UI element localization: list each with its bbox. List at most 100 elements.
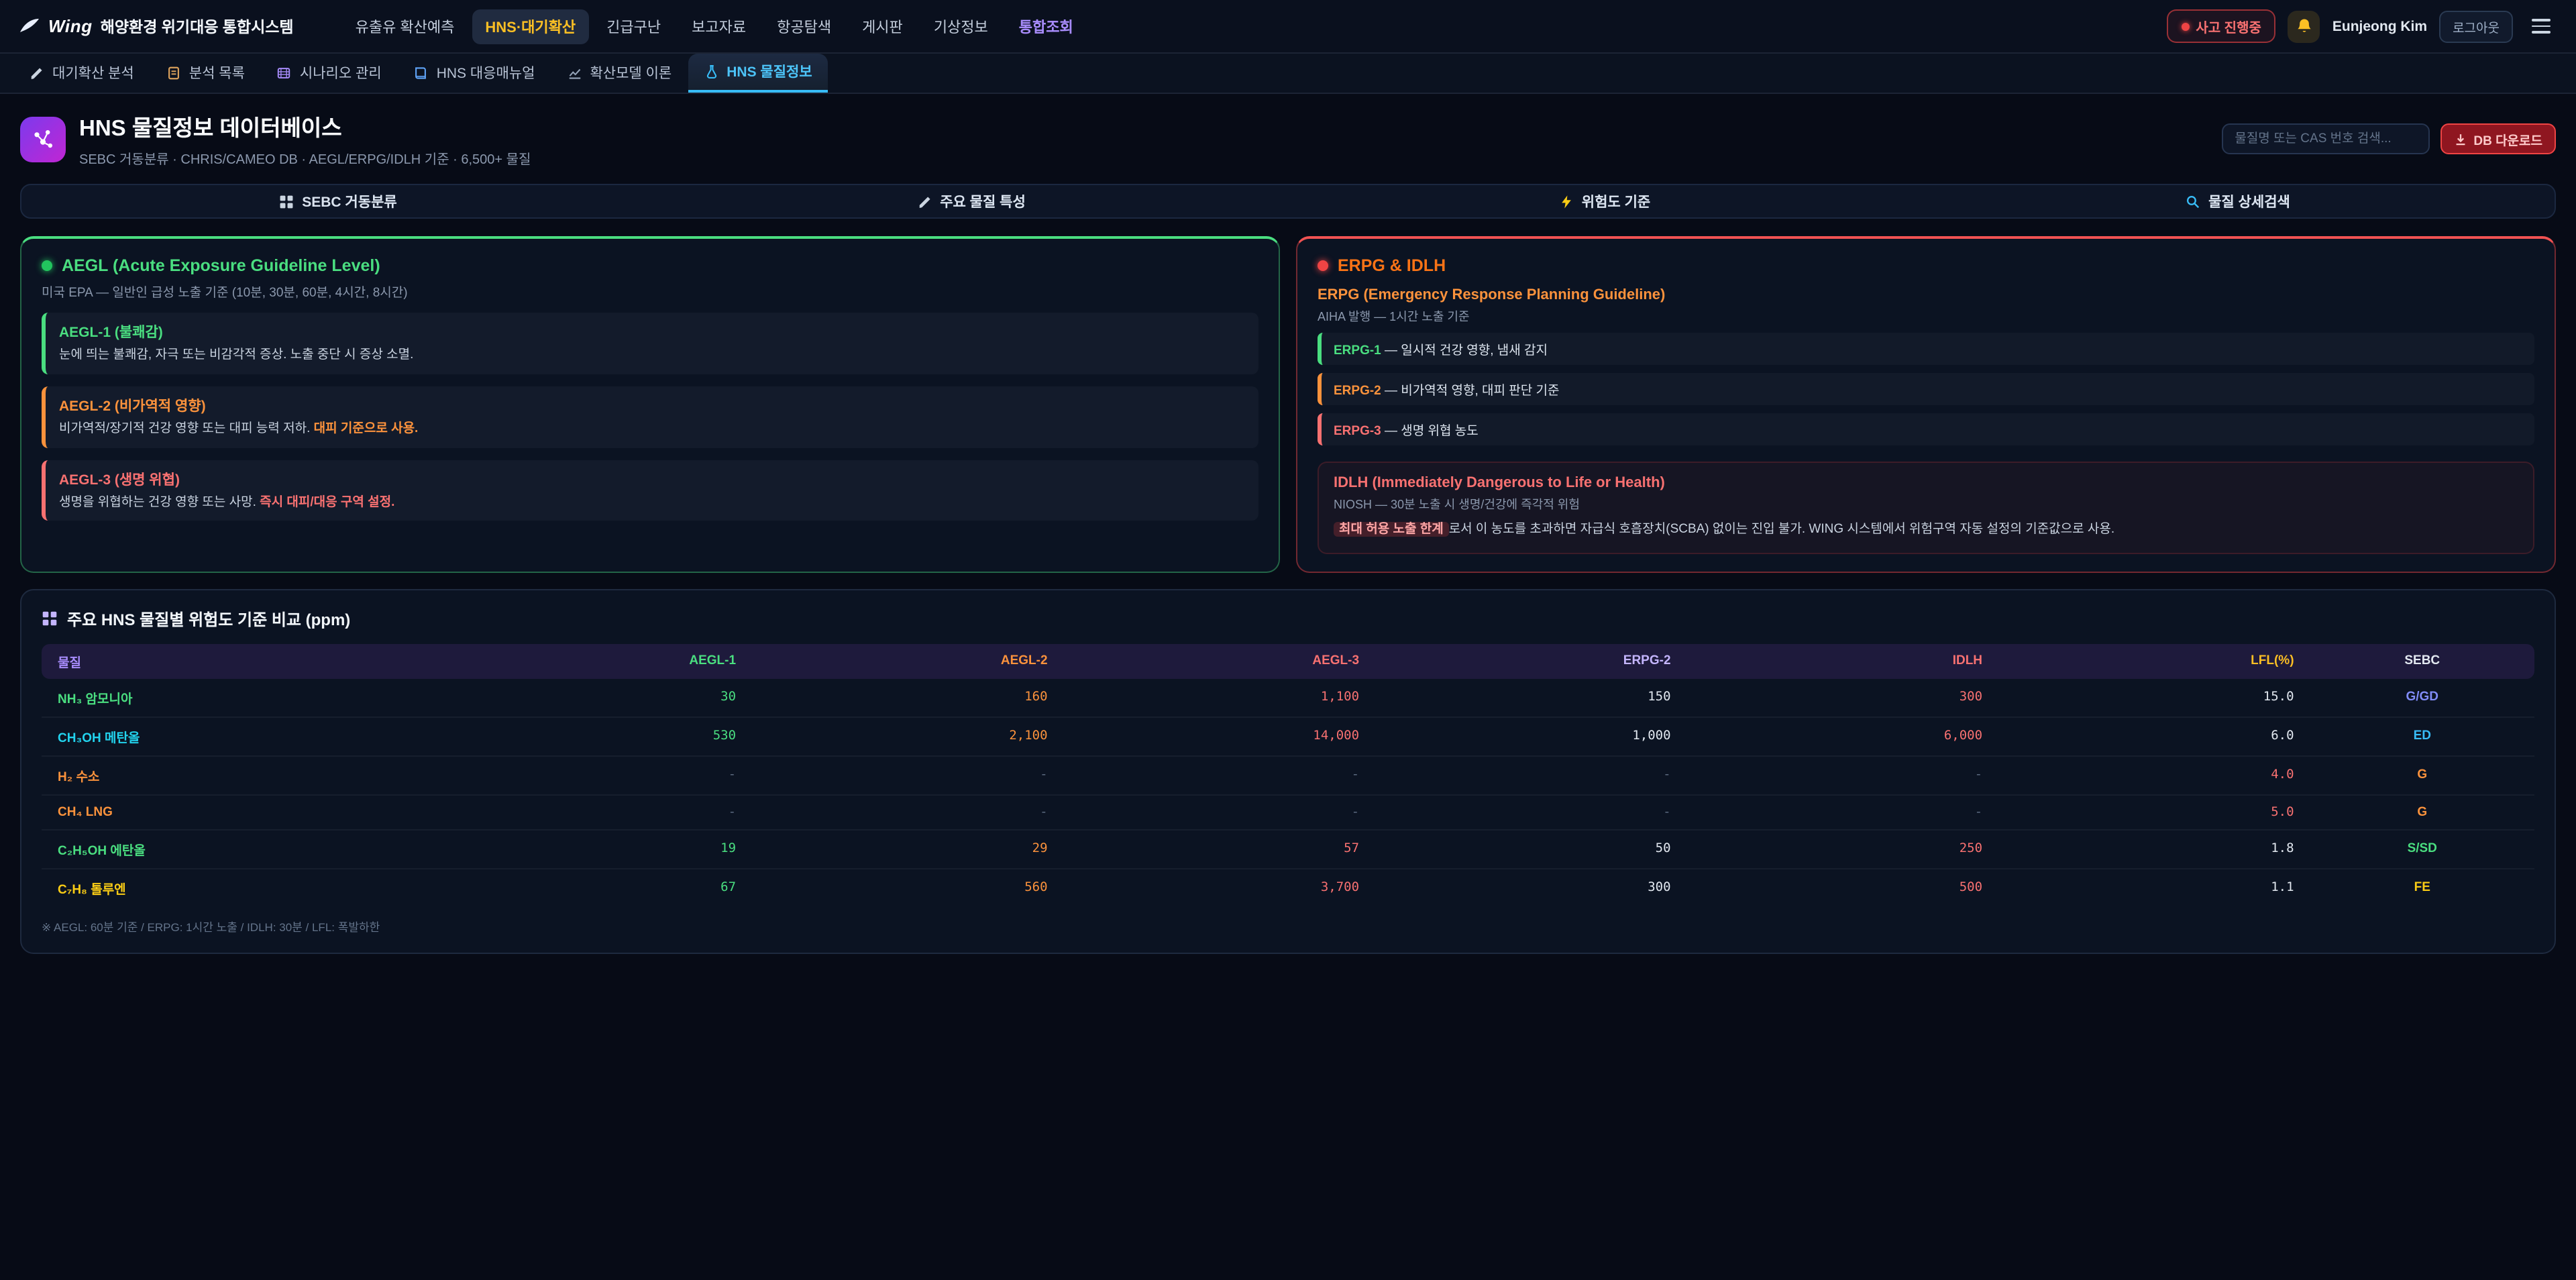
sebc-badge: S/SD	[2310, 829, 2534, 868]
nav-item-board[interactable]: 게시판	[849, 9, 916, 44]
nav-item-reports[interactable]: 보고자료	[678, 9, 759, 44]
system-title: 해양환경 위기대응 통합시스템	[101, 15, 294, 37]
table-row-methanol: CH₃OH 메탄올 530 2,100 14,000 1,000 6,000 6…	[42, 716, 2534, 755]
incident-dot-icon	[2181, 22, 2189, 30]
table-row-hydrogen: H₂ 수소 - - - - - 4.0 G	[42, 755, 2534, 794]
col-header-aegl2: AEGL-2	[752, 643, 1064, 678]
idlh-panel: IDLH (Immediately Dangerous to Life or H…	[1318, 462, 2534, 553]
erpg-card-title: ERPG & IDLH	[1338, 256, 1446, 275]
brand-name: Wing	[48, 16, 93, 36]
subtab-scenario-management[interactable]: 시나리오 관리	[261, 54, 398, 93]
user-name: Eunjeong Kim	[2332, 18, 2427, 34]
erpg-level-2: ERPG-2 — 비가역적 영향, 대피 판단 기준	[1318, 373, 2534, 405]
chart-icon	[567, 66, 582, 81]
grid-icon	[42, 610, 58, 627]
wing-logo-icon	[19, 17, 40, 36]
pencil-icon	[917, 194, 932, 209]
subtab-hns-substance-info[interactable]: HNS 물질정보	[688, 54, 828, 93]
substance-name: C₇H₈ 톨루엔	[42, 868, 441, 906]
table-header-row: 물질 AEGL-1 AEGL-2 AEGL-3 ERPG-2 IDLH LFL(…	[42, 643, 2534, 678]
book-icon	[414, 66, 429, 81]
col-header-aegl1: AEGL-1	[441, 643, 753, 678]
table-row-lng: CH₄ LNG - - - - - 5.0 G	[42, 794, 2534, 829]
page-content: HNS 물질정보 데이터베이스 SEBC 거동분류 · CHRIS/CAMEO …	[0, 94, 2576, 969]
subtab-hns-manual[interactable]: HNS 대응매뉴얼	[398, 54, 551, 93]
molecule-icon	[20, 116, 66, 162]
table-row-toluene: C₇H₈ 톨루엔 67 560 3,700 300 500 1.1 FE	[42, 868, 2534, 906]
search-icon	[2186, 194, 2200, 209]
aegl-card-title: AEGL (Acute Exposure Guideline Level)	[62, 256, 380, 275]
main-nav: 유출유 확산예측 HNS·대기확산 긴급구난 보고자료 항공탐색 게시판 기상정…	[342, 9, 1087, 44]
idlh-highlight-chip: 최대 허용 노출 한계	[1334, 522, 1449, 537]
top-nav: Wing 해양환경 위기대응 통합시스템 유출유 확산예측 HNS·대기확산 긴…	[0, 0, 2576, 54]
flask-icon	[704, 64, 718, 79]
db-download-button[interactable]: DB 다운로드	[2440, 123, 2556, 154]
download-icon	[2453, 132, 2467, 146]
aegl-card: AEGL (Acute Exposure Guideline Level) 미국…	[20, 236, 1280, 572]
table-row-ammonia: NH₃ 암모니아 30 160 1,100 150 300 15.0 G/GD	[42, 678, 2534, 716]
substance-name: H₂ 수소	[42, 755, 441, 794]
idlh-description: 최대 허용 노출 한계로서 이 농도를 초과하면 자급식 호흡장치(SCBA) …	[1334, 521, 2518, 540]
idlh-title: IDLH (Immediately Dangerous to Life or H…	[1334, 475, 2518, 491]
logout-button[interactable]: 로그아웃	[2439, 10, 2513, 42]
page-title: HNS 물질정보 데이터베이스	[79, 110, 531, 142]
col-header-erpg2: ERPG-2	[1375, 643, 1687, 678]
page-header: HNS 물질정보 데이터베이스 SEBC 거동분류 · CHRIS/CAMEO …	[20, 110, 2556, 168]
red-dot-icon	[1318, 260, 1328, 271]
subtab-dispersion-analysis[interactable]: 대기확산 분석	[13, 54, 150, 93]
aegl-level-1: AEGL-1 (불쾌감) 눈에 띄는 불쾌감, 자극 또는 비감각적 증상. 노…	[42, 313, 1258, 374]
sebc-badge: ED	[2310, 716, 2534, 755]
brand-logo[interactable]: Wing 해양환경 위기대응 통합시스템	[19, 15, 294, 37]
incident-label: 사고 진행중	[2196, 16, 2261, 36]
incident-status-badge[interactable]: 사고 진행중	[2166, 9, 2276, 43]
erpg-section-subtitle: AIHA 발행 — 1시간 노출 기준	[1318, 307, 2534, 325]
sebc-badge: G	[2310, 794, 2534, 829]
notifications-button[interactable]	[2288, 10, 2320, 42]
pencil-icon	[30, 66, 44, 81]
col-header-substance: 물질	[42, 643, 441, 678]
substance-name: CH₃OH 메탄올	[42, 716, 441, 755]
col-header-sebc: SEBC	[2310, 643, 2534, 678]
subtab-analysis-list[interactable]: 분석 목록	[150, 54, 261, 93]
sebc-badge: G	[2310, 755, 2534, 794]
sub-nav: 대기확산 분석 분석 목록 시나리오 관리 HNS 대응매뉴얼 확산모델 이론 …	[0, 54, 2576, 94]
substance-name: C₂H₅OH 에탄올	[42, 829, 441, 868]
tab-substance-properties[interactable]: 주요 물질 특성	[655, 185, 1288, 217]
substance-search-input[interactable]	[2221, 123, 2429, 154]
sebc-badge: FE	[2310, 868, 2534, 906]
app-window: Wing 해양환경 위기대응 통합시스템 유출유 확산예측 HNS·대기확산 긴…	[0, 0, 2576, 1280]
tab-risk-criteria[interactable]: 위험도 기준	[1288, 185, 1921, 217]
nav-item-rescue[interactable]: 긴급구난	[593, 9, 674, 44]
nav-item-oil-spill[interactable]: 유출유 확산예측	[342, 9, 468, 44]
col-header-aegl3: AEGL-3	[1064, 643, 1376, 678]
aegl-level-3: AEGL-3 (생명 위협) 생명을 위협하는 건강 영향 또는 사망. 즉시 …	[42, 460, 1258, 521]
nav-item-hns-dispersion[interactable]: HNS·대기확산	[472, 9, 589, 44]
clipboard-icon	[166, 66, 181, 81]
hamburger-menu-button[interactable]	[2525, 10, 2557, 42]
tab-substance-detail-search[interactable]: 물질 상세검색	[1921, 185, 2555, 217]
table-footnote: ※ AEGL: 60분 기준 / ERPG: 1시간 노출 / IDLH: 30…	[42, 918, 2534, 935]
erpg-section-title: ERPG (Emergency Response Planning Guidel…	[1318, 287, 2534, 303]
table-title: 주요 HNS 물질별 위험도 기준 비교 (ppm)	[67, 607, 350, 630]
hns-risk-table: 물질 AEGL-1 AEGL-2 AEGL-3 ERPG-2 IDLH LFL(…	[42, 643, 2534, 906]
aegl-level-2: AEGL-2 (비가역적 영향) 비가역적/장기적 건강 영향 또는 대피 능력…	[42, 386, 1258, 448]
col-header-idlh: IDLH	[1687, 643, 1999, 678]
table-row-ethanol: C₂H₅OH 에탄올 19 29 57 50 250 1.8 S/SD	[42, 829, 2534, 868]
film-icon	[277, 66, 292, 81]
nav-item-integrated-view[interactable]: 통합조회	[1006, 9, 1087, 44]
idlh-subtitle: NIOSH — 30분 노출 시 생명/건강에 즉각적 위험	[1334, 495, 2518, 513]
tab-sebc-classification[interactable]: SEBC 거동분류	[21, 185, 655, 217]
page-subtitle: SEBC 거동분류 · CHRIS/CAMEO DB · AEGL/ERPG/I…	[79, 148, 531, 168]
top-right-cluster: 사고 진행중 Eunjeong Kim 로그아웃	[2166, 9, 2557, 43]
lightning-icon	[1559, 194, 1574, 209]
erpg-level-1: ERPG-1 — 일시적 건강 영향, 냄새 감지	[1318, 333, 2534, 365]
substance-name: NH₃ 암모니아	[42, 678, 441, 716]
subtab-model-theory[interactable]: 확산모델 이론	[551, 54, 688, 93]
section-tabs: SEBC 거동분류 주요 물질 특성 위험도 기준 물질 상세검색	[20, 184, 2556, 219]
nav-item-weather[interactable]: 기상정보	[920, 9, 1002, 44]
nav-item-aerial-search[interactable]: 항공탐색	[763, 9, 845, 44]
erpg-level-3: ERPG-3 — 생명 위협 농도	[1318, 413, 2534, 445]
sebc-badge: G/GD	[2310, 678, 2534, 716]
green-dot-icon	[42, 260, 52, 271]
erpg-idlh-card: ERPG & IDLH ERPG (Emergency Response Pla…	[1296, 236, 2556, 572]
